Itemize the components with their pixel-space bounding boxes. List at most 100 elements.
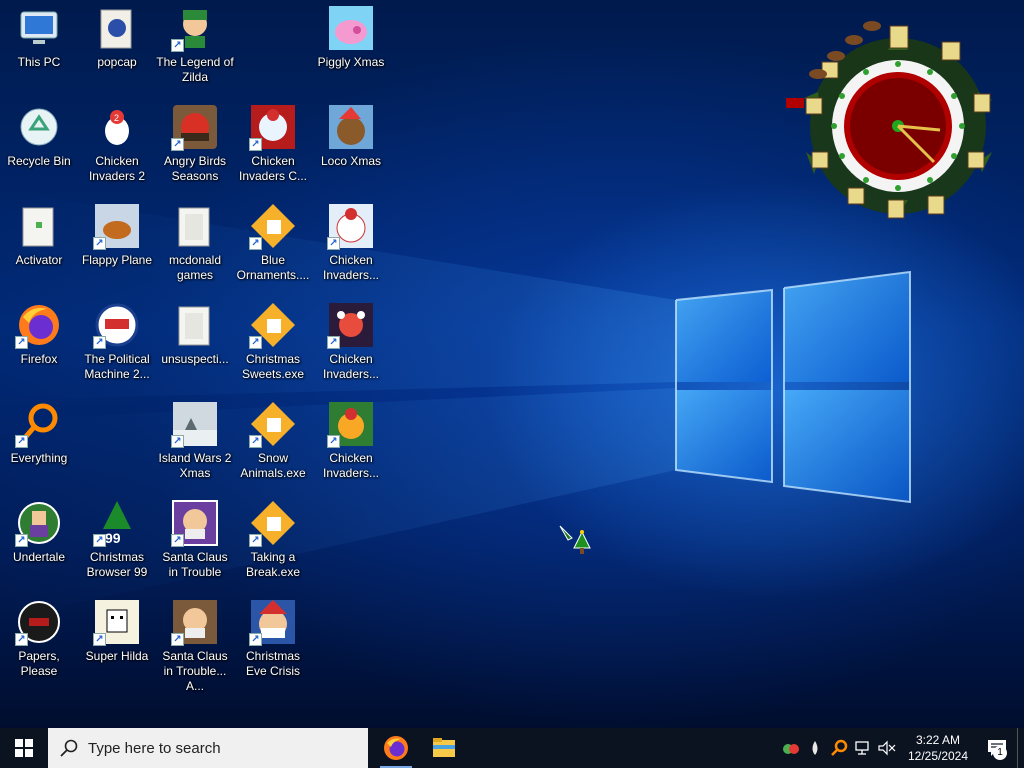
desktop-icon-chicken-invaders-c[interactable]: ↗ Chicken Invaders C... [234, 103, 312, 184]
desktop-icon-unsuspecting[interactable]: unsuspecti... [156, 301, 234, 367]
water-drop-icon [812, 741, 818, 755]
shortcut-arrow-icon: ↗ [249, 633, 262, 646]
desktop-icon-loco-xmas[interactable]: Loco Xmas [312, 103, 390, 169]
clock-date: 12/25/2024 [907, 749, 969, 763]
shortcut-arrow-icon: ↗ [171, 534, 184, 547]
desktop-icon-christmas-eve-crisis[interactable]: ↗ Christmas Eve Crisis [234, 598, 312, 679]
desktop-icon-snow-animals[interactable]: ↗ Snow Animals.exe [234, 400, 312, 481]
this-pc-icon [15, 4, 63, 52]
desktop-icon-recycle-bin[interactable]: Recycle Bin [0, 103, 78, 169]
desktop-icon-label: mcdonald games [168, 253, 222, 282]
desktop-icon-flappy-plane[interactable]: ↗ Flappy Plane [78, 202, 156, 268]
desktop-icon-political-machine[interactable]: ↗ The Political Machine 2... [78, 301, 156, 382]
taking-a-break-icon: ↗ [249, 499, 297, 547]
piggly-xmas-icon [327, 4, 375, 52]
file-explorer-icon [433, 738, 455, 757]
unsuspecting-icon [171, 301, 219, 349]
shortcut-arrow-icon: ↗ [15, 336, 28, 349]
shortcut-arrow-icon: ↗ [15, 633, 28, 646]
shortcut-arrow-icon: ↗ [171, 138, 184, 151]
desktop-icon-everything[interactable]: ↗ Everything [0, 400, 78, 466]
firefox-icon: ↗ [15, 301, 63, 349]
chicken-invaders-r5-icon: ↗ [327, 400, 375, 448]
tray-volume[interactable] [875, 728, 899, 768]
desktop-icon-label: Chicken Invaders C... [238, 154, 308, 183]
desktop-icon-angry-birds-seasons[interactable]: ↗ Angry Birds Seasons [156, 103, 234, 184]
desktop-icon-christmas-sweets[interactable]: ↗ Christmas Sweets.exe [234, 301, 312, 382]
desktop-icon-chicken-invaders-r5[interactable]: ↗ Chicken Invaders... [312, 400, 390, 481]
flappy-plane-icon: ↗ [93, 202, 141, 250]
desktop-icon-label: Christmas Browser 99 [86, 550, 148, 579]
search-icon [60, 739, 78, 757]
desktop-icon-label: Flappy Plane [81, 253, 153, 267]
shortcut-arrow-icon: ↗ [249, 237, 262, 250]
action-center-button[interactable]: 1 [977, 728, 1017, 768]
desktop-icon-mcdonald-games[interactable]: mcdonald games [156, 202, 234, 283]
desktop-icon-label: Activator [15, 253, 63, 267]
desktop-icon-this-pc[interactable]: This PC [0, 4, 78, 70]
desktop-icon-taking-a-break[interactable]: ↗ Taking a Break.exe [234, 499, 312, 580]
desktop-icon-island-wars-2[interactable]: ↗ Island Wars 2 Xmas [156, 400, 234, 481]
christmas-sweets-icon: ↗ [249, 301, 297, 349]
papers-please-icon: ↗ [15, 598, 63, 646]
legend-of-zilda-icon: ↗ [171, 4, 219, 52]
shortcut-arrow-icon: ↗ [171, 39, 184, 52]
desktop-icon-chicken-invaders-r3[interactable]: ↗ Chicken Invaders... [312, 202, 390, 283]
shortcut-arrow-icon: ↗ [327, 237, 340, 250]
taskbar-clock[interactable]: 3:22 AM 12/25/2024 [899, 732, 977, 764]
network-icon [855, 741, 869, 755]
desktop-icon-santa-claus-trouble[interactable]: ↗ Santa Claus in Trouble [156, 499, 234, 580]
christmas-eve-crisis-icon: ↗ [249, 598, 297, 646]
desktop-icon-piggly-xmas[interactable]: Piggly Xmas [312, 4, 390, 70]
desktop-icon-popcap[interactable]: popcap [78, 4, 156, 70]
desktop-icon-firefox[interactable]: ↗ Firefox [0, 301, 78, 367]
desktop-icon-label: Blue Ornaments.... [236, 253, 310, 282]
desktop-icon-label: Island Wars 2 Xmas [158, 451, 232, 480]
tray-app-1[interactable] [779, 728, 803, 768]
desktop-icon-super-hilda[interactable]: ↗ Super Hilda [78, 598, 156, 664]
desktop-icon-label: Firefox [20, 352, 58, 366]
desktop-icon-label: Santa Claus in Trouble [162, 550, 228, 579]
desktop-icon-label: Chicken Invaders... [322, 352, 380, 381]
desktop-icon-christmas-browser-99[interactable]: 99 ↗ Christmas Browser 99 [78, 499, 156, 580]
desktop-icon-undertale[interactable]: ↗ Undertale [0, 499, 78, 565]
desktop-icon-label: popcap [97, 55, 137, 69]
windows-icon [15, 739, 33, 757]
island-wars-2-icon: ↗ [171, 400, 219, 448]
loco-xmas-icon [327, 103, 375, 151]
ornament-tray-icon [783, 744, 799, 754]
shortcut-arrow-icon: ↗ [15, 435, 28, 448]
desktop-icon-activator[interactable]: Activator [0, 202, 78, 268]
popcap-icon [93, 4, 141, 52]
shortcut-arrow-icon: ↗ [93, 237, 106, 250]
taskbar-file-explorer[interactable] [420, 728, 468, 768]
taskbar-firefox[interactable] [372, 728, 420, 768]
desktop-icon-papers-please[interactable]: ↗ Papers, Please [0, 598, 78, 679]
christmas-clock-widget[interactable] [778, 2, 1010, 228]
desktop-icon-legend-of-zilda[interactable]: ↗ The Legend of Zilda [156, 4, 234, 85]
start-button[interactable] [0, 728, 48, 768]
shortcut-arrow-icon: ↗ [249, 435, 262, 448]
undertale-icon: ↗ [15, 499, 63, 547]
desktop-icon-label: Super Hilda [85, 649, 149, 663]
clock-time: 3:22 AM [915, 733, 961, 747]
tray-network[interactable] [851, 728, 875, 768]
everything-icon: ↗ [15, 400, 63, 448]
tray-app-2[interactable] [803, 728, 827, 768]
volume-muted-icon [878, 740, 896, 756]
desktop-icon-chicken-invaders-2[interactable]: 2 Chicken Invaders 2 [78, 103, 156, 184]
desktop-icon-label: Piggly Xmas [317, 55, 385, 69]
search-box[interactable]: Type here to search [48, 728, 368, 768]
mcdonald-games-icon [171, 202, 219, 250]
shortcut-arrow-icon: ↗ [249, 138, 262, 151]
snow-animals-icon: ↗ [249, 400, 297, 448]
desktop-icon-blue-ornaments[interactable]: ↗ Blue Ornaments.... [234, 202, 312, 283]
desktop-icon-chicken-invaders-r4[interactable]: ↗ Chicken Invaders... [312, 301, 390, 382]
desktop-icon-label: Angry Birds Seasons [163, 154, 227, 183]
desktop-icon-santa-claus-trouble-a[interactable]: ↗ Santa Claus in Trouble... A... [156, 598, 234, 694]
shortcut-arrow-icon: ↗ [249, 534, 262, 547]
firefox-icon [384, 736, 408, 760]
show-desktop-button[interactable] [1017, 728, 1024, 768]
desktop-icon-label: Snow Animals.exe [240, 451, 306, 480]
tray-everything[interactable] [827, 728, 851, 768]
